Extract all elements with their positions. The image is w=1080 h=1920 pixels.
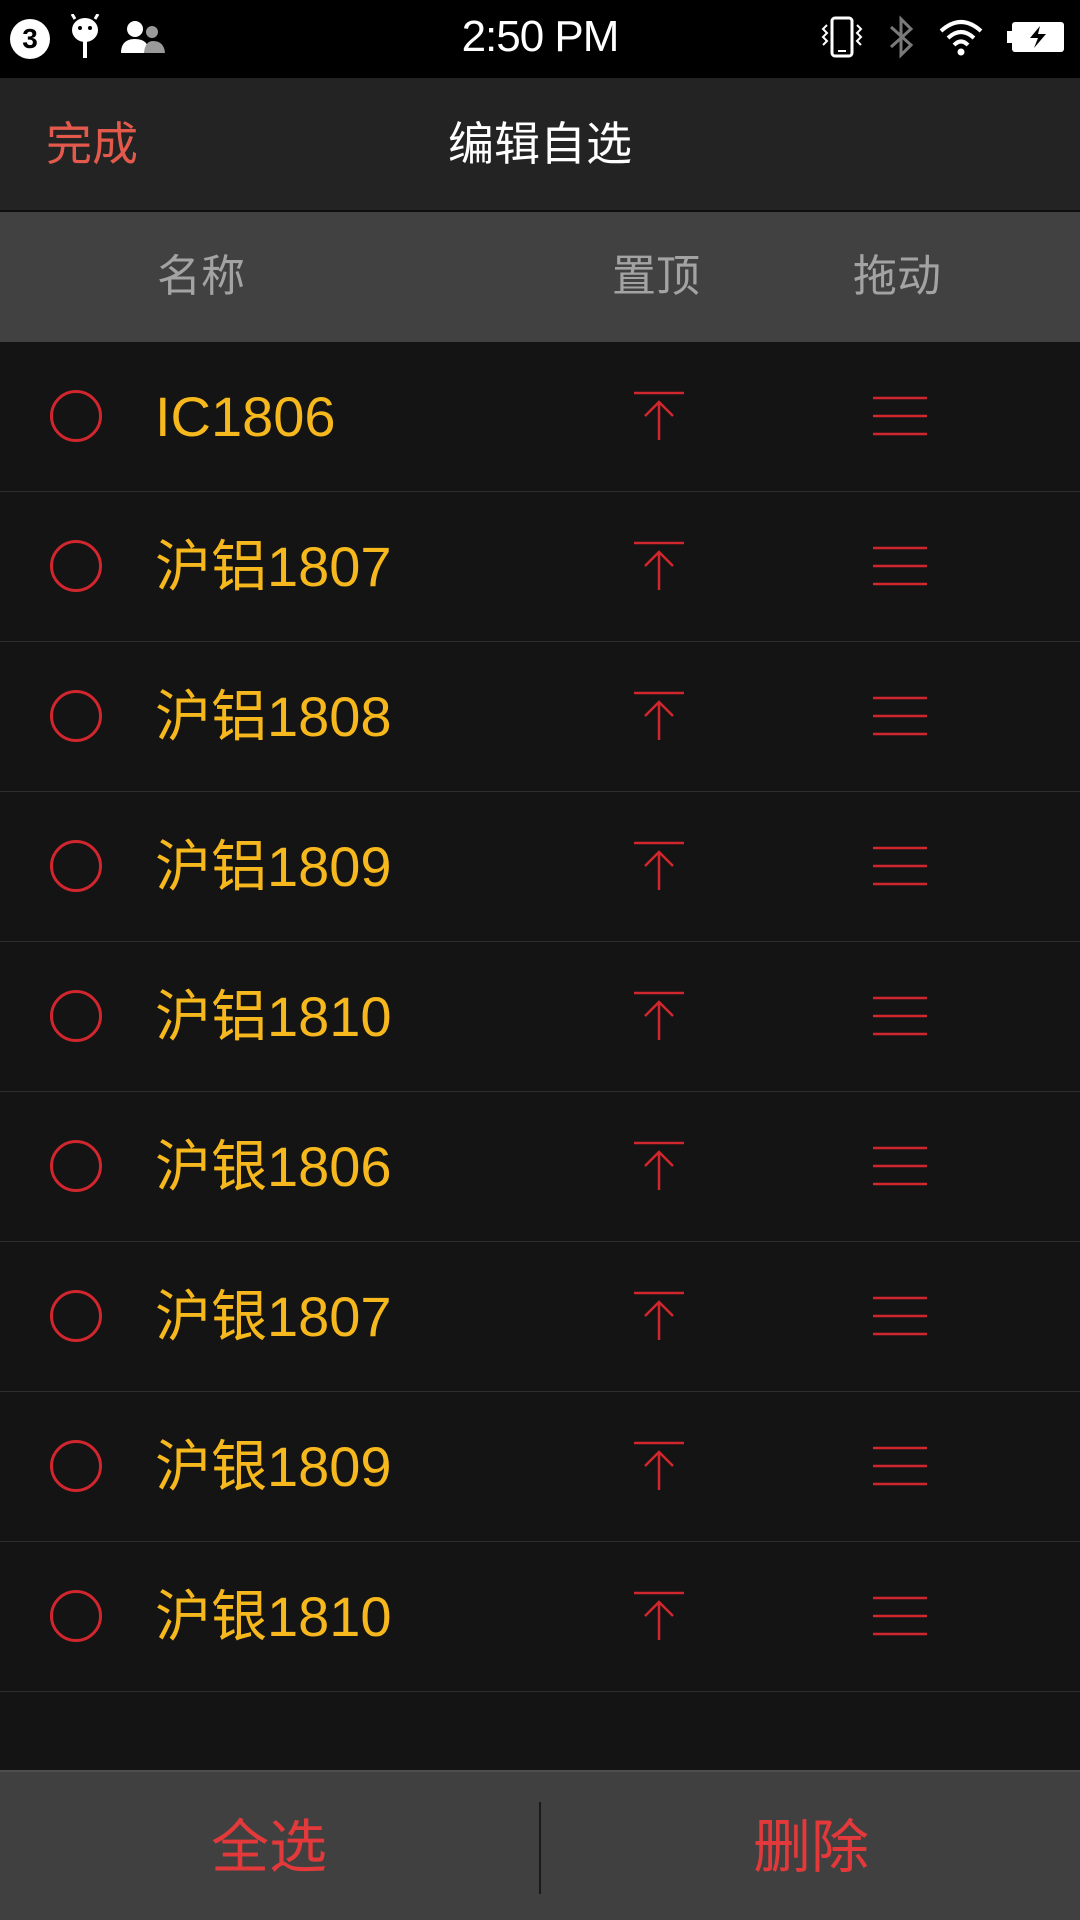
wifi-icon — [938, 17, 984, 61]
vibrate-icon — [820, 15, 864, 63]
pin-to-top-button[interactable] — [633, 390, 685, 442]
column-header-name: 名称 — [157, 251, 245, 302]
column-header-drag: 拖动 — [853, 251, 941, 302]
select-radio[interactable] — [50, 540, 102, 592]
list-item: 沪铝1807 — [0, 492, 1080, 642]
page-title: 编辑自选 — [448, 117, 632, 171]
pin-to-top-button[interactable] — [633, 1440, 685, 1492]
title-bar: 完成 编辑自选 — [0, 78, 1080, 212]
select-radio[interactable] — [50, 1140, 102, 1192]
bluetooth-icon — [886, 15, 916, 63]
select-radio[interactable] — [50, 1590, 102, 1642]
pin-to-top-button[interactable] — [633, 1590, 685, 1642]
drag-handle-icon — [873, 696, 927, 736]
pin-to-top-icon — [634, 841, 684, 890]
app-root: 3 2:50 PM 完成 编辑自选 名称 置顶 拖动 IC1806 沪铝1807… — [0, 0, 1080, 1920]
item-name: IC1806 — [155, 385, 336, 448]
status-bar: 3 2:50 PM — [0, 0, 1080, 78]
pin-to-top-icon — [634, 1291, 684, 1340]
drag-handle[interactable] — [872, 845, 928, 887]
drag-handle-icon — [873, 396, 927, 436]
drag-handle-icon — [873, 1146, 927, 1186]
drag-handle[interactable] — [872, 545, 928, 587]
drag-handle-icon — [873, 996, 927, 1036]
select-radio[interactable] — [50, 1290, 102, 1342]
list-item: 沪银1809 — [0, 1392, 1080, 1542]
list-item: 沪铝1810 — [0, 942, 1080, 1092]
drag-handle-icon — [873, 1446, 927, 1486]
pin-to-top-button[interactable] — [633, 1290, 685, 1342]
select-radio[interactable] — [50, 1440, 102, 1492]
battery-icon — [1006, 18, 1066, 60]
drag-handle[interactable] — [872, 1445, 928, 1487]
drag-handle-icon — [873, 1296, 927, 1336]
select-radio[interactable] — [50, 990, 102, 1042]
list-item: 沪铝1809 — [0, 792, 1080, 942]
delete-button[interactable]: 删除 — [542, 1772, 1080, 1920]
pin-to-top-icon — [634, 391, 684, 440]
drag-handle[interactable] — [872, 1295, 928, 1337]
column-header-pin-top: 置顶 — [612, 251, 700, 302]
drag-handle[interactable] — [872, 395, 928, 437]
drag-handle[interactable] — [872, 995, 928, 1037]
drag-handle[interactable] — [872, 1595, 928, 1637]
bottom-divider — [539, 1802, 541, 1894]
item-name: 沪铝1809 — [155, 835, 392, 898]
drag-handle-icon — [873, 546, 927, 586]
select-radio[interactable] — [50, 840, 102, 892]
list-item: 沪银1810 — [0, 1542, 1080, 1692]
pin-to-top-button[interactable] — [633, 540, 685, 592]
select-radio[interactable] — [50, 390, 102, 442]
pin-to-top-icon — [634, 1591, 684, 1640]
drag-handle-icon — [873, 1596, 927, 1636]
watchlist: IC1806 沪铝1807 沪铝1808 沪铝1809 沪铝1810 沪银180… — [0, 342, 1080, 1692]
pin-to-top-button[interactable] — [633, 1140, 685, 1192]
bottom-action-bar: 全选 删除 — [0, 1770, 1080, 1920]
column-header-row: 名称 置顶 拖动 — [0, 212, 1080, 342]
pin-to-top-icon — [634, 1141, 684, 1190]
pin-to-top-button[interactable] — [633, 690, 685, 742]
item-name: 沪银1810 — [155, 1585, 392, 1648]
pin-to-top-button[interactable] — [633, 990, 685, 1042]
item-name: 沪铝1808 — [155, 685, 392, 748]
drag-handle[interactable] — [872, 1145, 928, 1187]
item-name: 沪银1807 — [155, 1285, 392, 1348]
item-name: 沪银1809 — [155, 1435, 392, 1498]
list-item: 沪银1807 — [0, 1242, 1080, 1392]
pin-to-top-icon — [634, 691, 684, 740]
item-name: 沪银1806 — [155, 1135, 392, 1198]
pin-to-top-icon — [634, 1441, 684, 1490]
item-name: 沪铝1810 — [155, 985, 392, 1048]
list-item: 沪铝1808 — [0, 642, 1080, 792]
select-all-button[interactable]: 全选 — [0, 1772, 538, 1920]
drag-handle[interactable] — [872, 695, 928, 737]
pin-to-top-button[interactable] — [633, 840, 685, 892]
pin-to-top-icon — [634, 541, 684, 590]
list-item: 沪银1806 — [0, 1092, 1080, 1242]
item-name: 沪铝1807 — [155, 535, 392, 598]
list-item: IC1806 — [0, 342, 1080, 492]
pin-to-top-icon — [634, 991, 684, 1040]
status-right-icons — [820, 14, 1066, 64]
drag-handle-icon — [873, 846, 927, 886]
select-radio[interactable] — [50, 690, 102, 742]
done-button[interactable]: 完成 — [46, 78, 138, 210]
